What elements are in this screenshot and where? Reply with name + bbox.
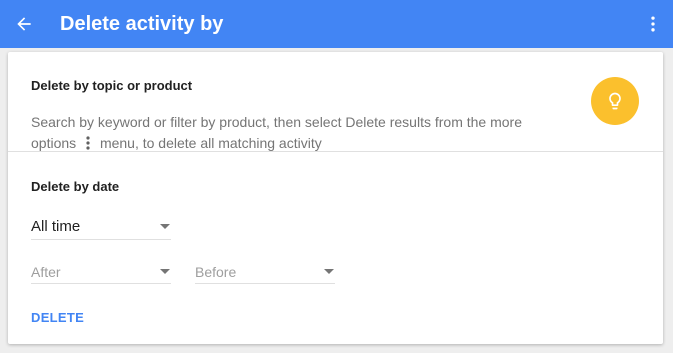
delete-button[interactable]: DELETE [31,310,84,325]
tip-button[interactable] [591,77,639,125]
before-date-placeholder: Before [195,263,237,280]
page-title: Delete activity by [60,13,224,35]
description-text-end: menu, to delete all matching activity [99,135,322,151]
date-range-value: All time [31,218,81,235]
app-bar: Delete activity by [0,0,673,48]
topic-section-title: Delete by topic or product [31,78,193,93]
after-date-select[interactable]: After [31,260,171,284]
more-vert-icon [86,136,90,150]
date-section-title: Delete by date [31,179,120,194]
more-options-button[interactable] [639,10,667,38]
arrow-back-icon [17,17,31,31]
before-date-select[interactable]: Before [195,260,335,284]
delete-activity-card: Delete by topic or product Search by key… [8,52,663,344]
date-range-select[interactable]: All time [31,214,171,240]
lightbulb-icon [609,92,621,110]
after-date-placeholder: After [31,263,61,280]
dropdown-arrow-icon [324,269,334,274]
more-vert-icon [651,16,655,32]
back-button[interactable] [10,10,38,38]
dropdown-arrow-icon [160,224,170,229]
topic-section: Delete by topic or product Search by key… [8,52,663,152]
topic-section-description: Search by keyword or filter by product, … [31,112,541,154]
dropdown-arrow-icon [160,269,170,274]
